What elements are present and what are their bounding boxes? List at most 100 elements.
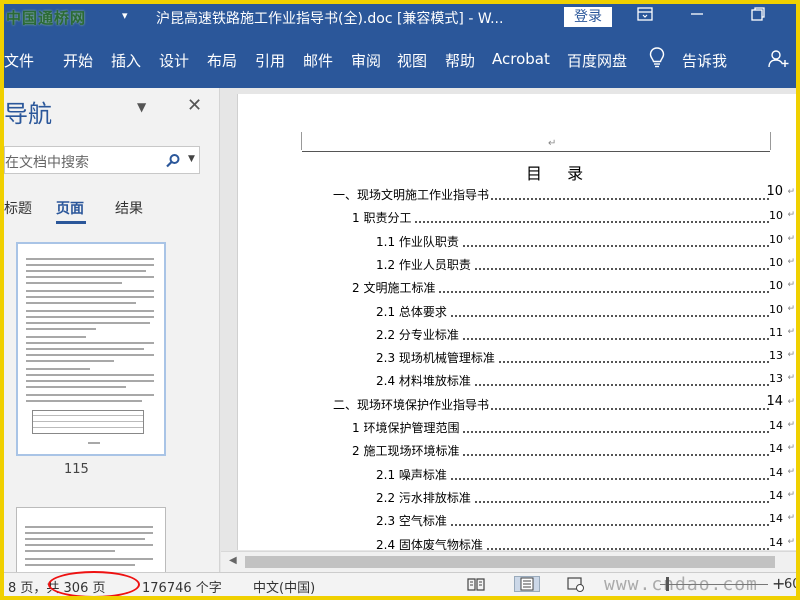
search-options-dropdown-icon[interactable]: ▼	[188, 154, 195, 164]
toc-entry[interactable]: 2 文明施工标准 10 ↵	[238, 277, 796, 297]
zoom-level[interactable]: 60	[784, 577, 796, 592]
paragraph-mark: ↵	[787, 443, 795, 454]
search-icon[interactable]	[165, 153, 181, 173]
login-button[interactable]: 登录	[564, 7, 612, 27]
close-icon[interactable]: ✕	[187, 95, 202, 116]
active-tab-indicator	[56, 221, 86, 224]
restore-icon[interactable]	[741, 6, 775, 28]
tab-baidu-netdisk[interactable]: 百度网盘	[567, 50, 627, 71]
toc-entry-text: 1.1 作业队职责	[376, 232, 461, 250]
read-mode-icon[interactable]	[466, 576, 486, 592]
toc-entry[interactable]: 1 职责分工 10 ↵	[238, 207, 796, 227]
tab-acrobat[interactable]: Acrobat	[492, 50, 550, 68]
paragraph-mark: ↵	[787, 233, 795, 244]
toc-entry-page: 14	[769, 535, 783, 549]
toc-entry[interactable]: 2.2 分专业标准 11 ↵	[238, 324, 796, 344]
toc-entry-page: 10	[769, 209, 783, 223]
toc-entry-text: 1 环境保护管理范围	[352, 419, 462, 436]
tab-file[interactable]: 文件	[4, 50, 34, 71]
toc-entry[interactable]: 2.4 固体废气物标准 14 ↵	[238, 534, 796, 550]
toc-entry-page: 10	[769, 232, 783, 246]
toc-entry-text: 2.4 材料堆放标准	[376, 372, 473, 390]
tab-view[interactable]: 视图	[397, 50, 427, 71]
tab-mailings[interactable]: 邮件	[303, 50, 333, 71]
toc-entry[interactable]: 1 环境保护管理范围 14 ↵	[238, 417, 796, 437]
toc-entry-text: 1 职责分工	[352, 209, 414, 227]
ribbon-display-options-icon[interactable]	[628, 6, 662, 28]
toc-entry[interactable]: 二、现场环境保护作业指导书 14 ↵	[238, 394, 796, 414]
word-count[interactable]: 176746 个字	[142, 577, 222, 596]
ribbon-tabs: 文件 开始 插入 设计 布局 引用 邮件 审阅 视图 帮助 Acrobat 百度…	[4, 30, 796, 88]
nav-options-dropdown-icon[interactable]: ▼	[137, 100, 146, 114]
tab-review[interactable]: 审阅	[351, 50, 381, 71]
scrollbar-thumb[interactable]	[245, 556, 775, 568]
tab-home[interactable]: 开始	[63, 50, 93, 71]
toc-entry[interactable]: 2.1 噪声标准 14 ↵	[238, 464, 796, 484]
document-page[interactable]: ↵ 目 录 一、现场文明施工作业指导书 10 ↵ 1 职责分工 10 ↵ 1.1 作业队职责…	[237, 94, 796, 550]
toc-entry[interactable]: 一、现场文明施工作业指导书 10 ↵	[238, 184, 796, 204]
tell-me-field[interactable]: 告诉我	[682, 50, 727, 71]
quick-access-dropdown-icon[interactable]: ▾	[122, 9, 128, 22]
paragraph-mark: ↵	[787, 396, 795, 407]
page-thumbnail[interactable]	[16, 242, 166, 456]
toc-entry[interactable]: 1.2 作业人员职责 10 ↵	[238, 254, 796, 274]
thumbnail-page-number: 115	[64, 462, 89, 477]
toc-entry-text: 2.3 空气标准	[376, 512, 449, 530]
tab-design[interactable]: 设计	[159, 50, 189, 71]
tab-references[interactable]: 引用	[255, 50, 285, 71]
toc-entry-page: 14	[769, 465, 783, 479]
toc-entry[interactable]: 2.1 总体要求 10 ↵	[238, 301, 796, 321]
toc-entry-page: 10	[766, 184, 783, 199]
toc-entry[interactable]: 2.3 现场机械管理标准 13 ↵	[238, 347, 796, 367]
web-layout-icon[interactable]	[566, 576, 586, 592]
zoom-slider[interactable]	[660, 584, 768, 585]
search-placeholder: 在文档中搜索	[5, 155, 89, 171]
nav-tab-headings[interactable]: 标题	[4, 198, 32, 218]
minimize-icon[interactable]	[680, 6, 714, 28]
toc-entry-page: 10	[769, 255, 783, 269]
toc-entry[interactable]: 2.2 污水排放标准 14 ↵	[238, 487, 796, 507]
print-layout-icon[interactable]	[514, 576, 540, 592]
toc-entry-text: 2.3 现场机械管理标准	[376, 349, 497, 367]
language-indicator[interactable]: 中文(中国)	[253, 577, 315, 596]
lightbulb-icon[interactable]	[648, 46, 666, 72]
horizontal-scrollbar[interactable]: ◀	[221, 551, 796, 572]
word-window: 中国通桥网 ▾ 沪昆高速铁路施工作业指导书(全).doc [兼容模式] - W.…	[4, 4, 796, 596]
toc-entry-page: 14	[769, 419, 783, 432]
toc-entry-page: 10	[769, 302, 783, 316]
toc-entry[interactable]: 2.3 空气标准 14 ↵	[238, 510, 796, 530]
nav-tab-pages[interactable]: 页面	[56, 198, 84, 218]
toc-entry-text: 2.1 总体要求	[376, 302, 449, 320]
document-title: 沪昆高速铁路施工作业指导书(全).doc [兼容模式] - W...	[156, 11, 504, 27]
nav-tab-results[interactable]: 结果	[115, 198, 143, 218]
title-bar: 中国通桥网 ▾ 沪昆高速铁路施工作业指导书(全).doc [兼容模式] - W.…	[4, 4, 796, 30]
toc-entry[interactable]: 2.4 材料堆放标准 13 ↵	[238, 370, 796, 390]
paragraph-mark: ↵	[787, 326, 795, 337]
paragraph-mark: ↵	[787, 513, 795, 524]
toc-entry-text: 2.4 固体废气物标准	[376, 535, 485, 550]
toc-entry[interactable]: 2 施工现场环境标准 14 ↵	[238, 440, 796, 460]
share-icon[interactable]	[768, 50, 790, 72]
search-input[interactable]: 在文档中搜索 ▼	[4, 146, 200, 174]
tab-insert[interactable]: 插入	[111, 50, 141, 71]
zoom-slider-thumb[interactable]	[666, 577, 669, 591]
page-thumbnail[interactable]	[16, 507, 166, 572]
crop-mark	[770, 132, 782, 150]
toc-entry-page: 11	[769, 325, 783, 339]
paragraph-mark: ↵	[787, 466, 795, 477]
tab-help[interactable]: 帮助	[445, 50, 475, 71]
scroll-left-icon[interactable]: ◀	[229, 555, 237, 566]
tab-layout[interactable]: 布局	[207, 50, 237, 71]
toc-entry-page: 13	[769, 372, 783, 386]
toc-leader-dots	[362, 207, 769, 224]
paragraph-mark: ↵	[787, 489, 795, 500]
toc-entry-text: 1.2 作业人员职责	[376, 255, 473, 273]
toc-entry-page: 14	[769, 442, 783, 456]
toc-entry-text: 2 施工现场环境标准	[352, 442, 462, 460]
document-area: ↵ 目 录 一、现场文明施工作业指导书 10 ↵ 1 职责分工 10 ↵ 1.1 作业队职责…	[221, 88, 796, 572]
toc-entry-text: 二、现场环境保护作业指导书	[333, 395, 492, 413]
toc-entry[interactable]: 1.1 作业队职责 10 ↵	[238, 231, 796, 251]
header-paragraph-mark: ↵	[548, 138, 557, 149]
toc-entry-text: 一、现场文明施工作业指导书	[333, 186, 492, 203]
paragraph-mark: ↵	[787, 210, 795, 221]
